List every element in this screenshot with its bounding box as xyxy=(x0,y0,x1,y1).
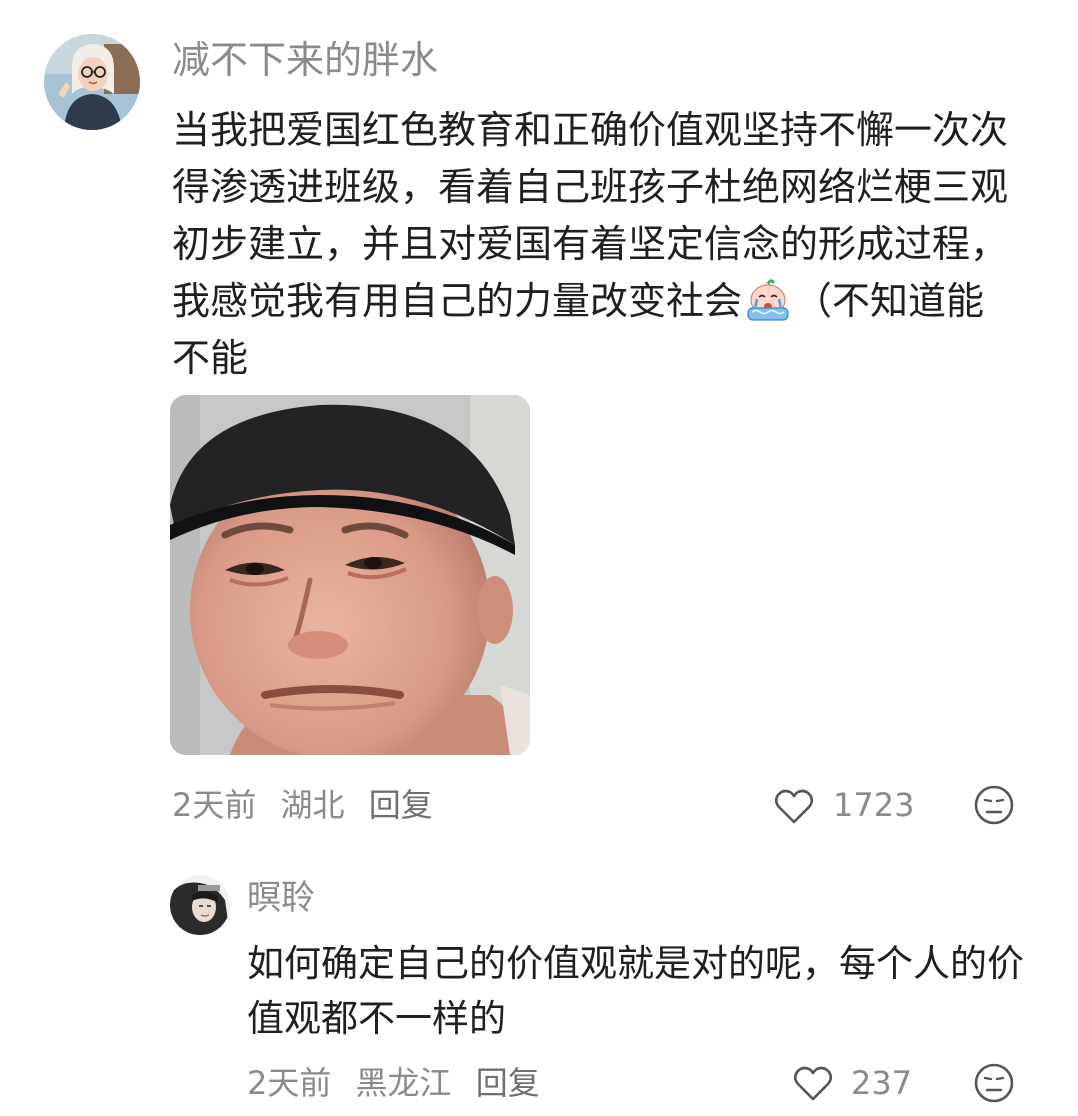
user-avatar[interactable] xyxy=(44,34,140,130)
reply-user-avatar[interactable] xyxy=(170,875,230,935)
comment-time: 2天前 xyxy=(172,786,257,824)
reply-text: 如何确定自己的价值观就是对的呢，每个人的价值观都不一样的 xyxy=(247,942,1024,1040)
avatar-photo xyxy=(44,34,140,130)
reply-time: 2天前 xyxy=(247,1064,332,1102)
crying-emoji-icon xyxy=(744,278,792,322)
comment-location: 湖北 xyxy=(280,786,345,824)
heart-outline-icon[interactable] xyxy=(773,786,815,826)
reply-button[interactable]: 回复 xyxy=(369,786,433,824)
like-count: 1723 xyxy=(833,786,915,824)
reply-like-count: 237 xyxy=(851,1064,913,1102)
heart-outline-icon[interactable] xyxy=(792,1063,834,1103)
username[interactable]: 减不下来的胖水 xyxy=(172,36,438,84)
comment-text: 当我把爱国红色教育和正确价值观坚持不懈一次次得渗透进班级，看着自己班孩子杜绝网络… xyxy=(172,102,1022,387)
comment-image[interactable] xyxy=(170,395,530,755)
meh-face-icon[interactable] xyxy=(973,784,1015,826)
reply-button[interactable]: 回复 xyxy=(476,1064,540,1102)
reply-username[interactable]: 暝聆 xyxy=(247,876,315,920)
reply-meta: 2天前 黑龙江 回复 xyxy=(247,1061,554,1105)
meh-face-icon[interactable] xyxy=(973,1062,1015,1104)
crying-man-meme-image xyxy=(170,395,530,755)
reply-location: 黑龙江 xyxy=(355,1064,452,1102)
avatar-photo xyxy=(170,875,230,935)
comment-meta: 2天前 湖北 回复 xyxy=(172,783,447,827)
